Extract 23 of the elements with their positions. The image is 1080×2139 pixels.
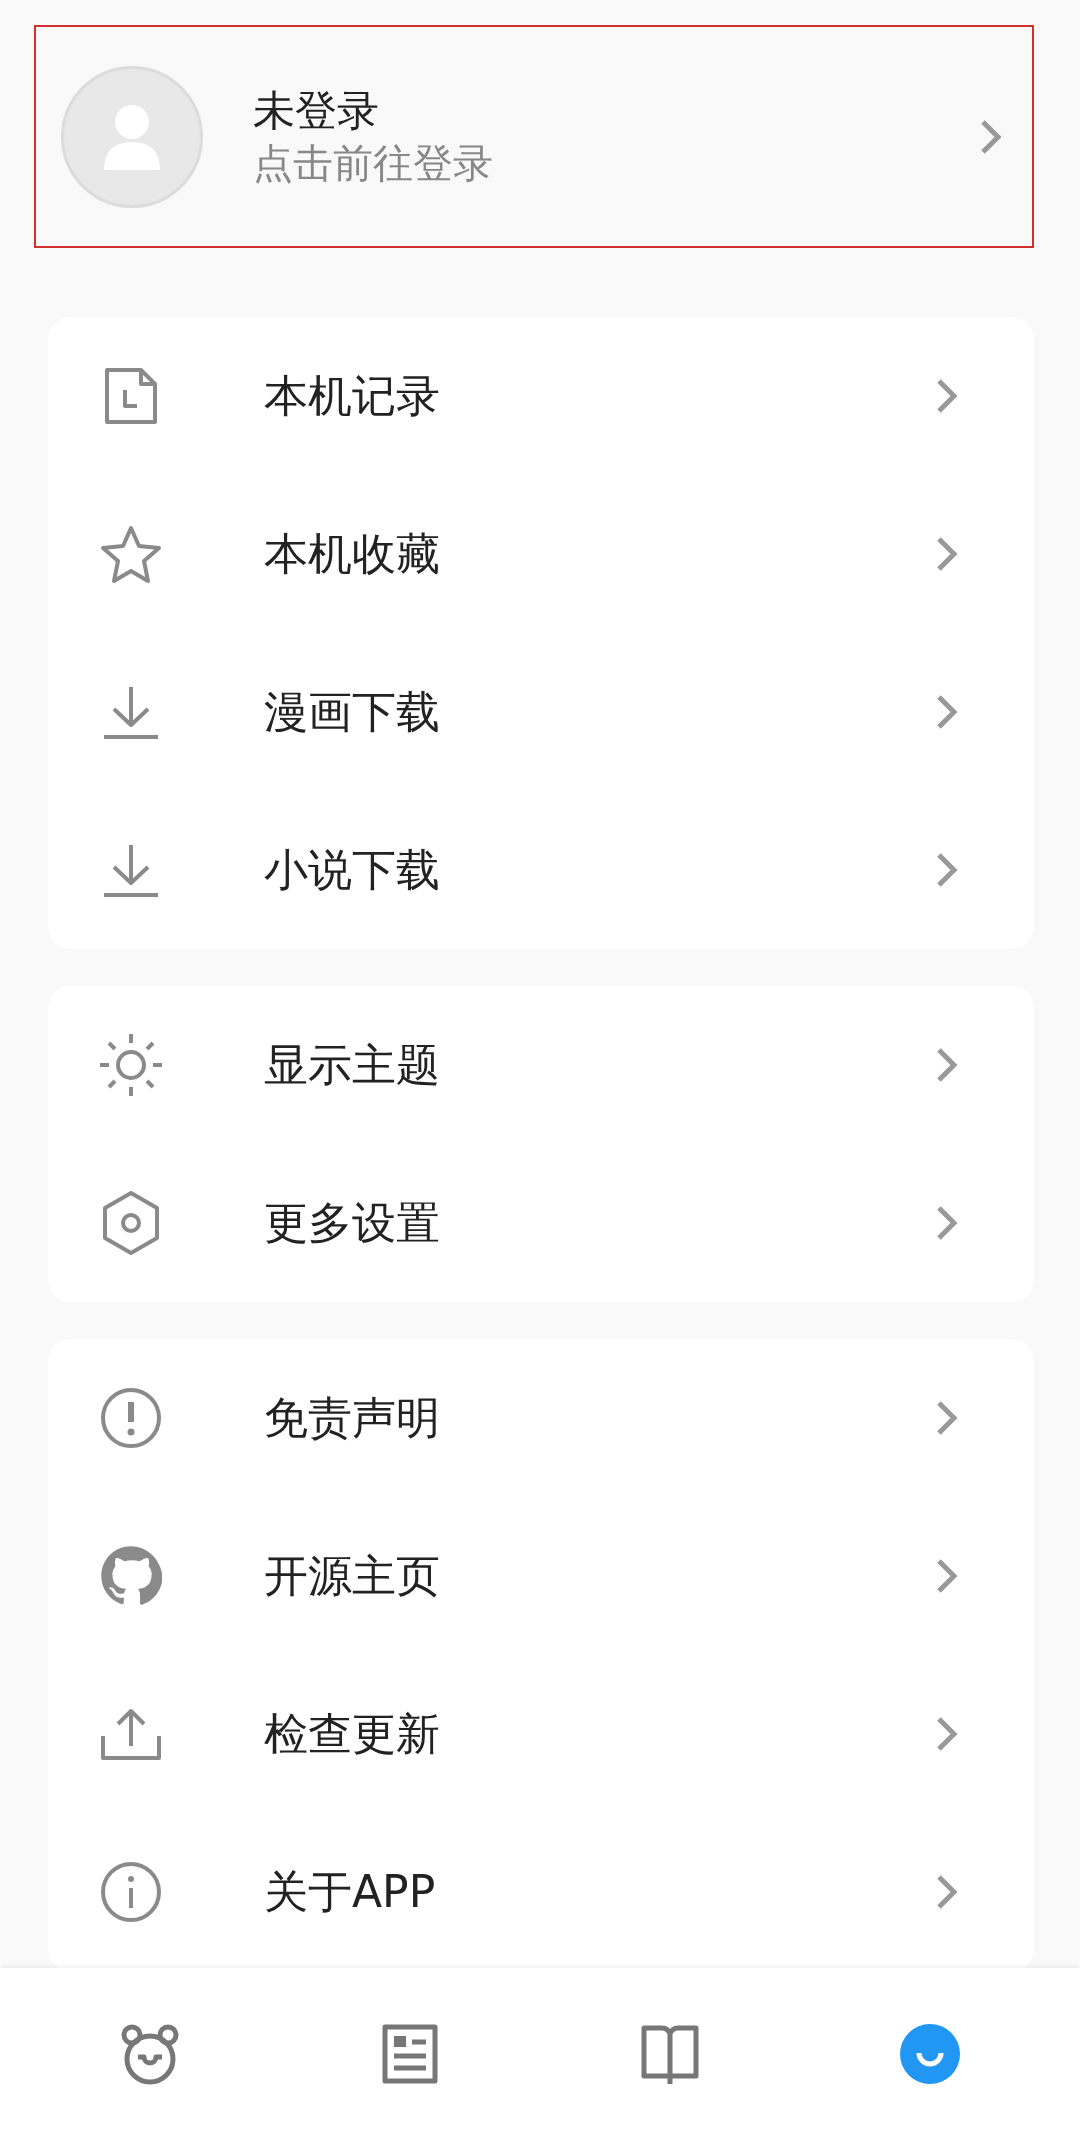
menu-item[interactable]: 关于APP xyxy=(48,1813,1034,1968)
menu-item[interactable]: 检查更新 xyxy=(48,1655,1034,1813)
login-card[interactable]: 未登录 点击前往登录 xyxy=(34,25,1034,248)
profile-title: 未登录 xyxy=(253,86,380,137)
menu-item-label: 免责声明 xyxy=(264,1390,441,1445)
menu-item[interactable]: 漫画下载 xyxy=(48,633,1034,791)
menu-item-label: 漫画下载 xyxy=(264,684,441,739)
menu-item-label: 显示主题 xyxy=(264,1037,441,1092)
menu-item[interactable]: 本机收藏 xyxy=(48,475,1034,633)
menu-item[interactable]: 显示主题 xyxy=(48,986,1034,1144)
menu-item-label: 更多设置 xyxy=(264,1195,441,1250)
menu-item[interactable]: 开源主页 xyxy=(48,1497,1034,1655)
menu-item-label: 检查更新 xyxy=(264,1706,441,1761)
menu-item[interactable]: 本机记录 xyxy=(48,317,1034,475)
menu-item[interactable]: 免责声明 xyxy=(48,1339,1034,1497)
profile-subtitle: 点击前往登录 xyxy=(253,138,494,187)
menu-item-label: 小说下载 xyxy=(264,842,441,897)
menu-item-label: 本机收藏 xyxy=(264,526,441,581)
menu-item-label: 开源主页 xyxy=(264,1548,441,1603)
menu-item[interactable]: 小说下载 xyxy=(48,791,1034,949)
menu-item-label: 本机记录 xyxy=(264,368,441,423)
menu-item[interactable]: 更多设置 xyxy=(48,1144,1034,1302)
menu-item-label: 关于APP xyxy=(264,1864,437,1919)
